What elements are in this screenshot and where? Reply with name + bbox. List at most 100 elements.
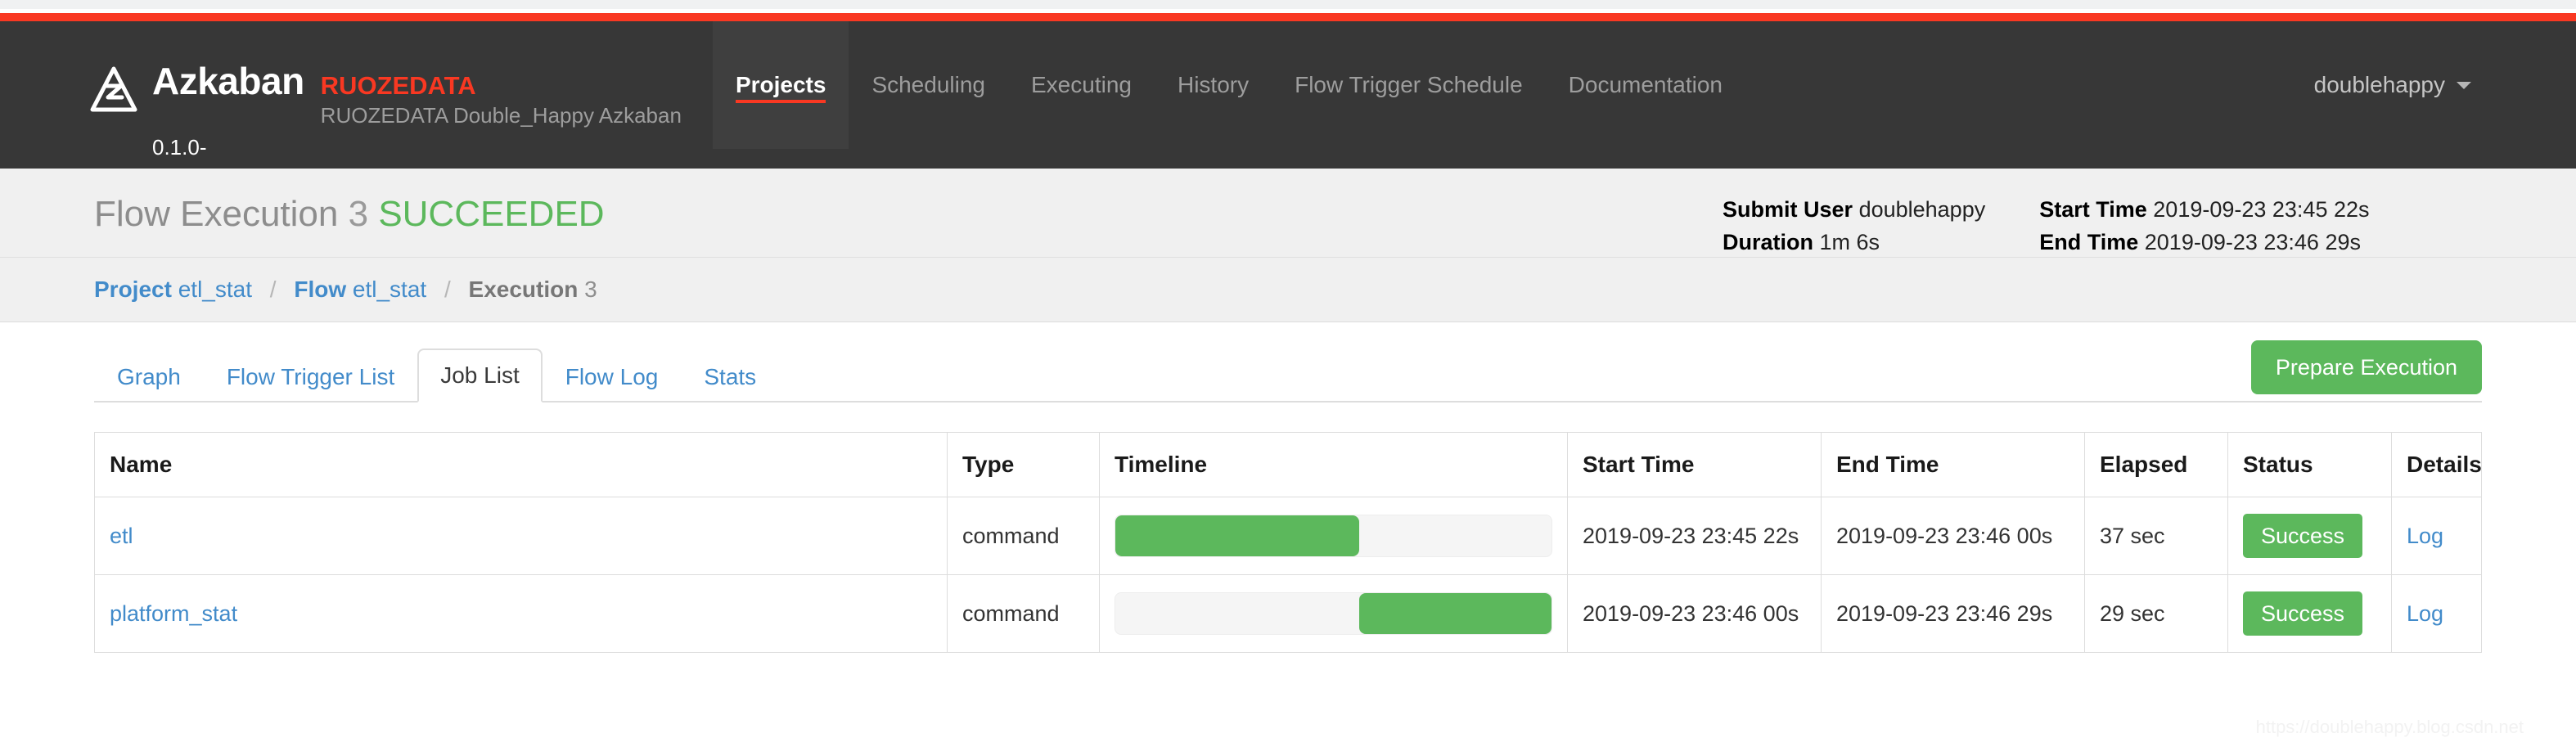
job-list-table-body: etl command 2019-09-23 23:45 22s 2019-09…: [94, 497, 2482, 653]
tab-flow-trigger-list[interactable]: Flow Trigger List: [204, 350, 417, 402]
tab-graph[interactable]: Graph: [94, 350, 204, 402]
submit-user-label: Submit User: [1723, 197, 1853, 222]
azkaban-logo-icon: [88, 65, 139, 116]
submit-user-row: Submit User doublehappy: [1723, 193, 1985, 226]
cell-timeline: [1099, 497, 1568, 575]
cell-timeline: [1099, 574, 1568, 653]
job-name-link-platform-stat[interactable]: platform_stat: [110, 601, 237, 626]
nav-item-executing[interactable]: Executing: [1008, 21, 1155, 149]
cell-job-type: command: [947, 497, 1100, 575]
cell-end-time: 2019-09-23 23:46 29s: [1821, 574, 2085, 653]
execution-meta-col-left: Submit User doublehappy Duration 1m 6s: [1723, 193, 1985, 259]
main-content: Graph Flow Trigger List Job List Flow Lo…: [0, 340, 2576, 653]
table-header-row: Name Type Timeline Start Time End Time E…: [94, 432, 2482, 497]
nav-item-history[interactable]: History: [1155, 21, 1272, 149]
timeline-track: [1115, 592, 1552, 635]
cell-elapsed: 37 sec: [2084, 497, 2228, 575]
log-link[interactable]: Log: [2407, 601, 2443, 626]
brand-name: Azkaban: [152, 60, 304, 102]
breadcrumb-separator-1: /: [269, 277, 277, 302]
timeline-track: [1115, 515, 1552, 557]
job-list-table: Name Type Timeline Start Time End Time E…: [94, 432, 2482, 653]
column-header-name: Name: [94, 432, 948, 497]
page-title-prefix: Flow Execution: [94, 194, 339, 234]
nav-item-flow-trigger-schedule[interactable]: Flow Trigger Schedule: [1272, 21, 1546, 149]
start-time-label: Start Time: [2039, 197, 2147, 222]
nav-item-documentation[interactable]: Documentation: [1546, 21, 1745, 149]
status-badge[interactable]: Success: [2243, 514, 2363, 558]
duration-value: 1m 6s: [1819, 230, 1880, 254]
execution-number: 3: [348, 194, 369, 234]
breadcrumb: Project etl_stat / Flow etl_stat / Execu…: [0, 258, 2576, 322]
tab-flow-log[interactable]: Flow Log: [543, 350, 682, 402]
breadcrumb-separator-2: /: [444, 277, 451, 302]
timeline-bar-platform-stat: [1359, 593, 1551, 634]
job-name-link-etl[interactable]: etl: [110, 524, 133, 548]
start-time-row: Start Time 2019-09-23 23:45 22s: [2039, 193, 2369, 226]
tab-stats[interactable]: Stats: [681, 350, 779, 402]
breadcrumb-execution-value: 3: [584, 277, 597, 302]
page-title: Flow Execution 3 SUCCEEDED: [0, 193, 605, 236]
table-row: platform_stat command 2019-09-23 23:46 0…: [94, 574, 2482, 653]
nav-item-projects[interactable]: Projects: [712, 21, 849, 149]
status-badge[interactable]: Success: [2243, 591, 2363, 636]
column-header-end-time: End Time: [1821, 432, 2085, 497]
breadcrumb-project[interactable]: Project etl_stat: [94, 277, 252, 302]
user-menu-label: doublehappy: [2313, 72, 2445, 97]
cell-elapsed: 29 sec: [2084, 574, 2228, 653]
table-row: etl command 2019-09-23 23:45 22s 2019-09…: [94, 497, 2482, 575]
nav-active-underline: [735, 100, 826, 103]
brand-tagline: RUOZEDATA Double_Happy Azkaban: [320, 103, 682, 128]
execution-status: SUCCEEDED: [378, 194, 605, 234]
brand-title-row: Azkaban RUOZEDATA RUOZEDATA Double_Happy…: [152, 61, 682, 128]
breadcrumb-flow[interactable]: Flow etl_stat: [294, 277, 426, 302]
column-header-details: Details: [2391, 432, 2482, 497]
azkaban-flow-execution-page: Azkaban RUOZEDATA RUOZEDATA Double_Happy…: [0, 0, 2576, 751]
cell-job-name: etl: [94, 497, 948, 575]
nav-links: Projects Scheduling Executing History Fl…: [712, 21, 1745, 149]
cell-details: Log: [2391, 574, 2482, 653]
cell-job-name: platform_stat: [94, 574, 948, 653]
column-header-type: Type: [947, 432, 1100, 497]
cell-details: Log: [2391, 497, 2482, 575]
user-menu[interactable]: doublehappy: [2314, 72, 2471, 98]
brand-sub-column: RUOZEDATA RUOZEDATA Double_Happy Azkaban: [321, 71, 682, 128]
breadcrumb-flow-value: etl_stat: [352, 277, 427, 302]
cell-end-time: 2019-09-23 23:46 00s: [1821, 497, 2085, 575]
breadcrumb-project-label: Project: [94, 277, 172, 302]
column-header-timeline: Timeline: [1099, 432, 1568, 497]
cell-status: Success: [2227, 497, 2392, 575]
log-link[interactable]: Log: [2407, 524, 2443, 548]
cell-start-time: 2019-09-23 23:46 00s: [1567, 574, 1822, 653]
nav-item-scheduling[interactable]: Scheduling: [849, 21, 1008, 149]
column-header-status: Status: [2227, 432, 2392, 497]
job-list-table-head: Name Type Timeline Start Time End Time E…: [94, 432, 2482, 497]
chevron-down-icon: [2457, 81, 2471, 89]
column-header-elapsed: Elapsed: [2084, 432, 2228, 497]
breadcrumb-project-value: etl_stat: [178, 277, 252, 302]
end-time-row: End Time 2019-09-23 23:46 29s: [2039, 226, 2369, 259]
duration-label: Duration: [1723, 230, 1813, 254]
nav-item-projects-label: Projects: [735, 72, 826, 97]
cell-start-time: 2019-09-23 23:45 22s: [1567, 497, 1822, 575]
brand-accent-label: RUOZEDATA: [320, 71, 476, 100]
breadcrumb-flow-label: Flow: [294, 277, 347, 302]
duration-row: Duration 1m 6s: [1723, 226, 1985, 259]
execution-header-band: Flow Execution 3 SUCCEEDED Submit User d…: [0, 169, 2576, 258]
timeline-bar-etl: [1115, 515, 1360, 556]
execution-meta-col-right: Start Time 2019-09-23 23:45 22s End Time…: [2039, 193, 2369, 259]
browser-top-strip: [0, 0, 2576, 9]
start-time-value: 2019-09-23 23:45 22s: [2153, 197, 2370, 222]
breadcrumb-execution-label: Execution: [468, 277, 579, 302]
breadcrumb-execution: Execution 3: [469, 277, 597, 302]
cell-status: Success: [2227, 574, 2392, 653]
main-navbar: Azkaban RUOZEDATA RUOZEDATA Double_Happy…: [0, 21, 2576, 191]
tab-strip: Graph Flow Trigger List Job List Flow Lo…: [94, 340, 2482, 402]
tab-job-list[interactable]: Job List: [417, 349, 543, 402]
page-watermark: https://doublehappy.blog.csdn.net: [2255, 717, 2524, 737]
execution-meta: Submit User doublehappy Duration 1m 6s S…: [1723, 193, 2424, 259]
cell-job-type: command: [947, 574, 1100, 653]
top-accent-bar: [0, 13, 2576, 21]
column-header-start-time: Start Time: [1567, 432, 1822, 497]
prepare-execution-button[interactable]: Prepare Execution: [2250, 340, 2482, 394]
